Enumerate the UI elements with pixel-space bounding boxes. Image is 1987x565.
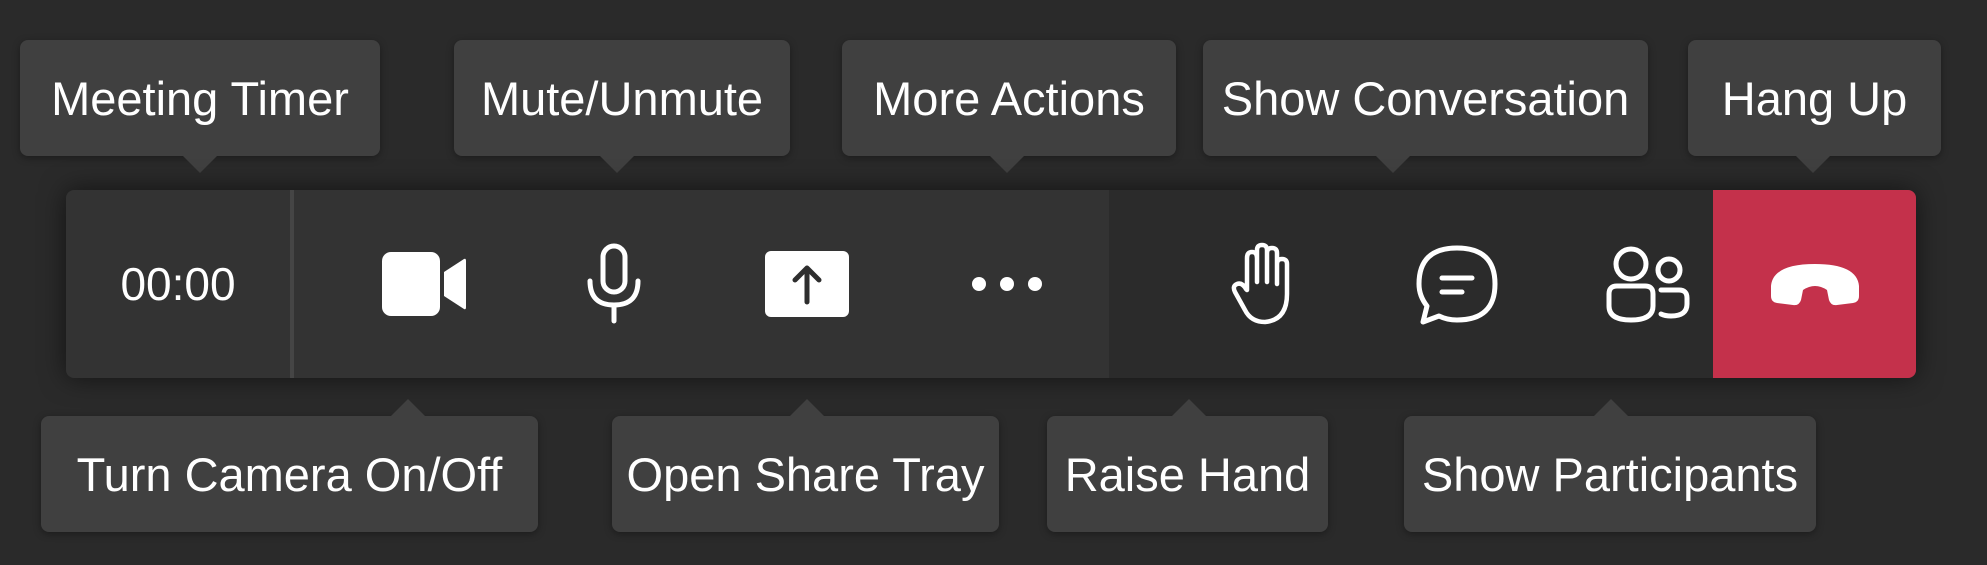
- tooltip-arrow: [790, 399, 824, 416]
- share-tray-icon: [765, 251, 849, 317]
- camera-button[interactable]: [349, 190, 499, 378]
- tooltip-turn-camera-label: Turn Camera On/Off: [76, 447, 503, 501]
- tooltip-arrow: [1796, 156, 1830, 173]
- more-actions-button[interactable]: [932, 190, 1082, 378]
- raise-hand-icon: [1231, 242, 1290, 325]
- tooltip-arrow: [990, 156, 1024, 173]
- raise-hand-button[interactable]: [1190, 190, 1340, 378]
- hang-up-button[interactable]: [1713, 190, 1916, 378]
- hang-up-phone-icon: [1770, 264, 1859, 306]
- tooltip-raise-hand-label: Raise Hand: [1064, 447, 1311, 501]
- tooltip-mute-unmute: Mute/Unmute: [454, 40, 790, 173]
- mute-button[interactable]: [539, 190, 689, 378]
- tooltip-arrow: [1376, 156, 1410, 173]
- tooltip-arrow: [1594, 399, 1628, 416]
- meeting-timer: 00:00: [120, 258, 236, 310]
- meeting-control-bar: 00:00: [66, 190, 1916, 378]
- divider: [290, 190, 294, 378]
- tooltip-arrow: [1172, 399, 1206, 416]
- tooltip-meeting-timer-label: Meeting Timer: [51, 71, 349, 125]
- tooltip-more-actions: More Actions: [842, 40, 1176, 173]
- tooltip-open-share-tray: Open Share Tray: [612, 399, 999, 532]
- tooltip-show-conversation-label: Show Conversation: [1221, 71, 1630, 125]
- microphone-icon: [587, 243, 641, 324]
- tooltip-arrow: [391, 399, 425, 416]
- tooltip-show-participants: Show Participants: [1404, 399, 1816, 532]
- video-camera-icon: [382, 252, 466, 316]
- tooltip-arrow: [183, 156, 217, 173]
- tooltip-show-conversation: Show Conversation: [1203, 40, 1648, 173]
- tooltip-turn-camera: Turn Camera On/Off: [41, 399, 538, 532]
- tooltip-open-share-tray-label: Open Share Tray: [626, 447, 985, 501]
- tooltip-hang-up-label: Hang Up: [1721, 71, 1908, 125]
- show-participants-button[interactable]: [1571, 190, 1721, 378]
- tooltip-more-actions-label: More Actions: [873, 71, 1145, 125]
- tooltip-hang-up: Hang Up: [1688, 40, 1941, 173]
- share-tray-button[interactable]: [732, 190, 882, 378]
- tooltip-meeting-timer: Meeting Timer: [20, 40, 380, 173]
- show-conversation-button[interactable]: [1382, 190, 1532, 378]
- tooltip-mute-unmute-label: Mute/Unmute: [480, 71, 764, 125]
- tooltip-raise-hand: Raise Hand: [1047, 399, 1328, 532]
- chat-bubble-icon: [1416, 245, 1498, 325]
- more-actions-icon: [972, 277, 1042, 291]
- participants-icon: [1606, 246, 1690, 323]
- tooltip-arrow: [600, 156, 634, 173]
- tooltip-show-participants-label: Show Participants: [1421, 447, 1799, 501]
